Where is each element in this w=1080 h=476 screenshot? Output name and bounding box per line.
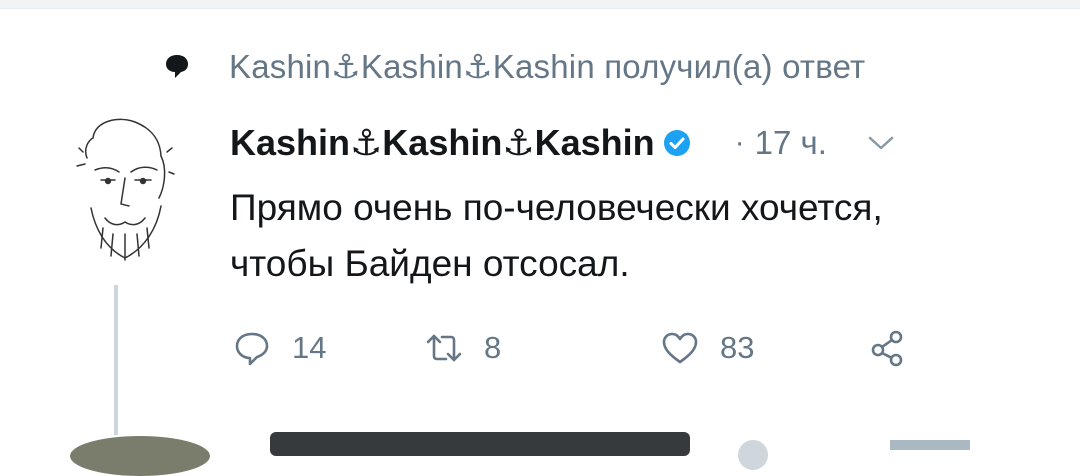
top-divider [0, 0, 1080, 9]
like-button[interactable]: 83 [660, 324, 754, 372]
reply-icon [235, 332, 269, 366]
chevron-down-icon[interactable] [867, 133, 895, 153]
time-separator: · [734, 126, 745, 159]
next-tweet-author[interactable] [270, 432, 690, 456]
reply-context[interactable]: Kashin⚓Kashin⚓Kashin получил(а) ответ [163, 42, 865, 90]
tweet-text: Прямо очень по-человечески хочется, чтоб… [230, 187, 883, 284]
heart-icon [662, 332, 698, 364]
thread-line [114, 285, 118, 435]
speech-bubble-icon [166, 55, 188, 78]
next-tweet-time [890, 440, 970, 450]
share-icon [871, 330, 903, 367]
retweet-icon [426, 334, 462, 362]
tweet-time[interactable]: 17 ч. [755, 124, 827, 162]
retweet-button[interactable]: 8 [424, 324, 501, 372]
tweet-header: Kashin⚓Kashin⚓Kashin · 17 ч. [230, 118, 895, 168]
next-tweet-verified-icon [738, 440, 768, 470]
like-count: 83 [720, 330, 755, 365]
avatar[interactable] [75, 108, 175, 268]
next-tweet-avatar[interactable] [70, 436, 210, 476]
author-name[interactable]: Kashin⚓Kashin⚓Kashin [230, 122, 655, 164]
share-button[interactable] [868, 324, 908, 372]
verified-badge-icon [663, 130, 690, 156]
reply-count: 14 [292, 330, 327, 365]
retweet-count: 8 [484, 330, 502, 365]
reply-button[interactable]: 14 [232, 324, 326, 372]
reply-context-text: Kashin⚓Kashin⚓Kashin получил(а) ответ [229, 47, 866, 85]
